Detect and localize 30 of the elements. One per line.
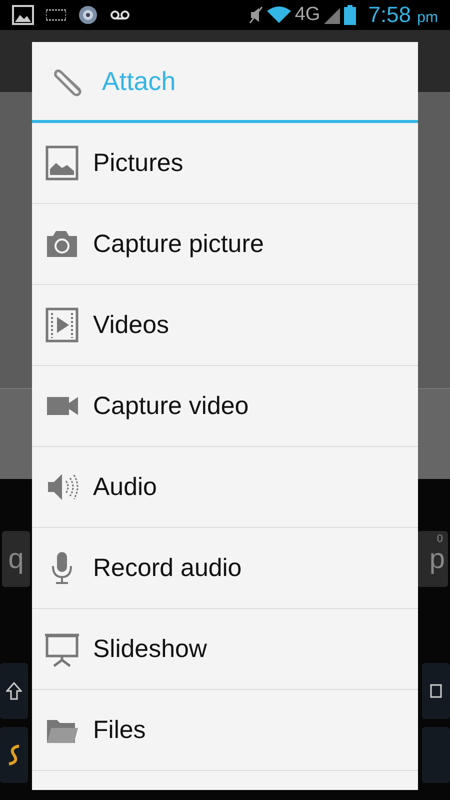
menu-item[interactable]: Videos bbox=[32, 285, 418, 366]
clock: 7:58 pm bbox=[368, 2, 438, 28]
keyboard-key[interactable]: q bbox=[2, 531, 30, 587]
menu-item[interactable]: Capture video bbox=[32, 366, 418, 447]
keyboard-icon bbox=[46, 9, 66, 21]
voicemail-icon bbox=[110, 10, 130, 20]
menu-item[interactable]: Record audio bbox=[32, 528, 418, 609]
shift-icon bbox=[6, 682, 22, 700]
menu-item[interactable]: Slideshow bbox=[32, 609, 418, 690]
square-icon bbox=[430, 684, 442, 698]
muted-speaker-icon bbox=[248, 6, 263, 24]
signal-icon bbox=[324, 6, 340, 24]
key-hint: 0 bbox=[436, 533, 443, 545]
shift-key[interactable] bbox=[0, 663, 28, 719]
swype-key[interactable] bbox=[0, 727, 28, 783]
disc-icon bbox=[78, 5, 98, 25]
menu-item[interactable]: Capture picture bbox=[32, 204, 418, 285]
keyboard-key[interactable]: p 0 bbox=[417, 531, 448, 587]
menu-item[interactable]: Files bbox=[32, 690, 418, 771]
battery-icon bbox=[344, 5, 356, 25]
projector-screen-icon bbox=[45, 631, 79, 667]
menu-item[interactable]: Pictures bbox=[32, 123, 418, 204]
network-type: 4G bbox=[294, 4, 320, 26]
dialog-title: Attach bbox=[102, 66, 176, 96]
swipe-curve-icon bbox=[7, 744, 21, 766]
wifi-icon bbox=[266, 6, 291, 24]
menu-item[interactable]: Audio bbox=[32, 447, 418, 528]
film-icon bbox=[45, 307, 79, 343]
picture-icon bbox=[45, 145, 79, 181]
image-icon bbox=[12, 5, 34, 25]
